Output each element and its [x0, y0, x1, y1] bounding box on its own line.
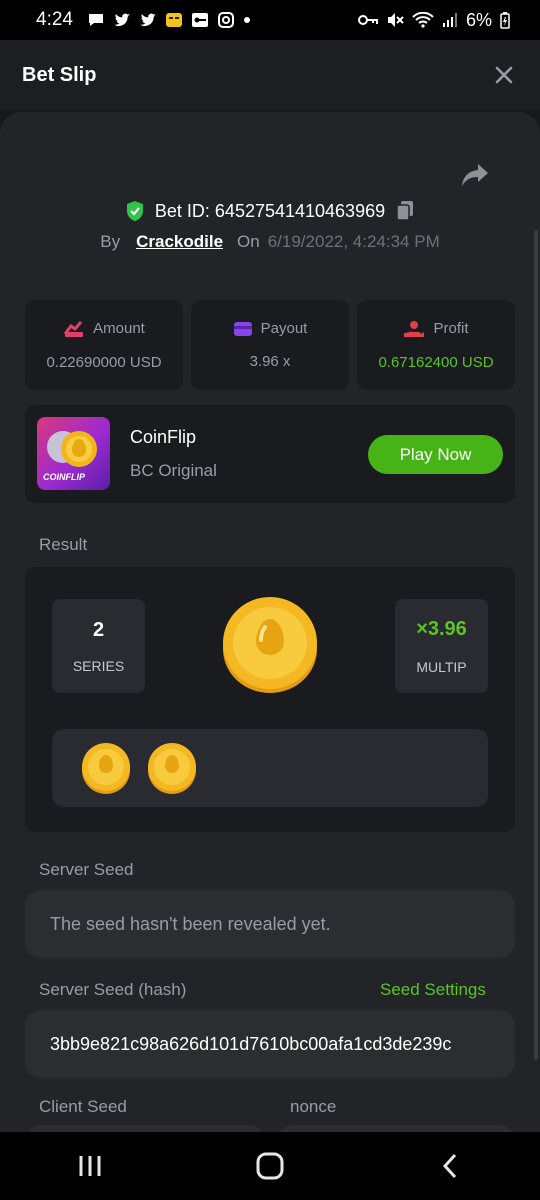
server-seed-field: The seed hasn't been revealed yet.	[25, 890, 515, 958]
payout-icon	[233, 321, 252, 336]
key-app-icon	[191, 13, 208, 27]
payout-stat: Payout 3.96 x	[191, 300, 349, 390]
coin-history-icon	[82, 743, 130, 794]
battery-icon	[500, 12, 510, 29]
coin-result-icon	[223, 597, 317, 693]
game-name: CoinFlip	[130, 427, 197, 447]
status-right: 6%	[357, 9, 510, 31]
result-panel: 2 SERIES ×3.96 MULTIP	[25, 567, 515, 832]
coin-history-icon	[148, 743, 196, 794]
status-bar: 4:24 6%	[0, 0, 540, 40]
status-time: 4:24	[36, 9, 73, 30]
bet-id-value: 64527541410463969	[214, 200, 386, 221]
amount-stat: Amount 0.22690000 USD	[25, 300, 183, 390]
profit-stat: Profit 0.67162400 USD	[357, 300, 515, 390]
game-subtitle: BC Original	[130, 461, 217, 480]
status-left: 4:24	[36, 9, 251, 31]
scrollbar[interactable]	[534, 230, 538, 1060]
home-button[interactable]	[230, 1136, 310, 1196]
bet-slip-card: Bet ID: 64527541410463969 By Crackodile …	[0, 112, 540, 1132]
verified-shield-icon	[126, 201, 143, 221]
game-card: COINFLIP CoinFlip BC Original Play Now	[25, 405, 515, 503]
bet-datetime: 6/19/2022, 4:24:34 PM	[267, 232, 440, 251]
mute-icon	[387, 13, 404, 27]
on-label: On	[237, 232, 260, 251]
client-seed-field[interactable]	[25, 1125, 265, 1132]
profit-icon	[404, 320, 425, 337]
instagram-icon	[217, 12, 234, 28]
server-seed-hash-label: Server Seed (hash)	[39, 980, 187, 999]
amount-label: Amount	[93, 320, 145, 337]
recent-apps-icon	[79, 1156, 101, 1176]
bet-id-text: Bet ID: 64527541410463969	[155, 201, 385, 222]
play-now-button[interactable]: Play Now	[368, 435, 503, 474]
series-value: 2	[92, 618, 105, 641]
close-icon	[495, 66, 513, 84]
battery-percent: 6%	[465, 9, 492, 30]
bet-id-label: Bet ID:	[154, 200, 210, 221]
amount-icon	[63, 320, 84, 337]
app-face-icon	[165, 13, 182, 27]
bet-stats: Amount 0.22690000 USD Payout 3.96 x Prof…	[25, 300, 515, 390]
seed-settings-link[interactable]: Seed Settings	[380, 980, 486, 1000]
coin-history	[52, 729, 488, 807]
bet-id-row: Bet ID: 64527541410463969	[0, 200, 540, 222]
close-button[interactable]	[490, 61, 518, 89]
multiplier-value: ×3.96	[416, 617, 467, 640]
nonce-field[interactable]	[277, 1125, 515, 1132]
multiplier-label: MULTIP	[416, 658, 467, 675]
amount-value: 0.22690000 USD	[46, 353, 162, 371]
nonce-label: nonce	[290, 1097, 337, 1116]
client-seed-label: Client Seed	[39, 1097, 127, 1116]
user-link[interactable]: Crackodile	[136, 232, 223, 252]
by-label: By	[100, 232, 121, 251]
series-label: SERIES	[72, 657, 125, 674]
profit-label: Profit	[433, 320, 469, 337]
back-icon	[442, 1153, 457, 1179]
signal-icon	[442, 13, 457, 27]
server-seed-hash-field[interactable]: 3bb9e821c98a626d101d7610bc00afa1cd3de239…	[25, 1010, 515, 1078]
server-seed-label: Server Seed	[39, 860, 134, 879]
game-thumbnail[interactable]: COINFLIP	[37, 417, 110, 490]
twitter-icon	[139, 13, 156, 27]
result-label: Result	[39, 535, 88, 554]
bet-slip-header: Bet Slip	[0, 40, 540, 110]
payout-header: Payout	[233, 320, 308, 337]
back-button[interactable]	[410, 1136, 490, 1196]
share-button[interactable]	[460, 162, 492, 190]
profit-value: 0.67162400 USD	[378, 353, 494, 371]
message-icon	[88, 14, 103, 26]
payout-label: Payout	[260, 320, 308, 337]
twitter-icon	[113, 13, 130, 27]
copy-icon[interactable]	[395, 200, 415, 222]
bet-author-row: By Crackodile On 6/19/2022, 4:24:34 PM	[0, 232, 540, 252]
profit-header: Profit	[403, 320, 469, 338]
multiplier-box: ×3.96 MULTIP	[395, 599, 488, 693]
recent-apps-button[interactable]	[50, 1136, 130, 1196]
wifi-icon	[412, 12, 434, 28]
payout-value: 3.96 x	[249, 353, 291, 370]
game-thumbnail-label: COINFLIP	[43, 472, 85, 482]
page-title: Bet Slip	[22, 63, 97, 86]
home-icon	[256, 1152, 284, 1180]
share-icon	[462, 164, 488, 186]
notification-dot-icon	[243, 17, 250, 23]
system-nav-bar	[0, 1132, 540, 1200]
vpn-key-icon	[357, 15, 378, 25]
series-box: 2 SERIES	[52, 599, 145, 693]
amount-header: Amount	[63, 320, 145, 338]
